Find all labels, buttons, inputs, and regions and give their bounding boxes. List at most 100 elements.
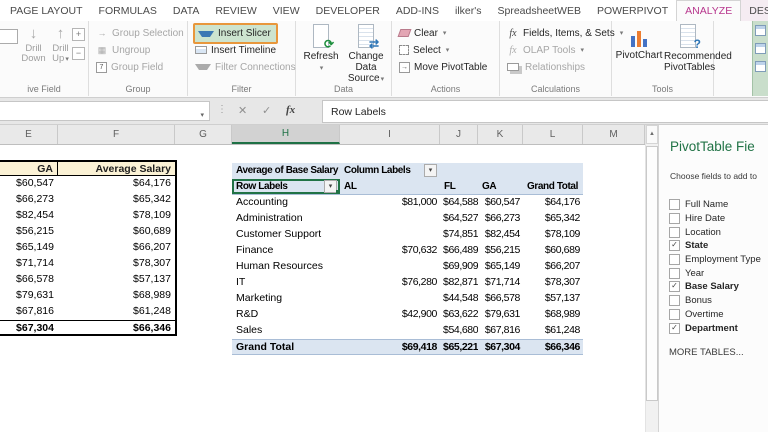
pivot-cell[interactable] xyxy=(440,163,478,179)
field-item-employment-type[interactable]: Employment Type xyxy=(669,253,768,267)
name-box[interactable]: ▾ xyxy=(0,101,210,121)
pivot-cell[interactable]: $66,578 xyxy=(478,291,523,307)
pivot-cell[interactable]: $70,632 xyxy=(340,243,440,259)
pivot-cell[interactable] xyxy=(478,163,523,179)
ribbon-tab-view[interactable]: VIEW xyxy=(265,0,308,21)
scrollbar-thumb[interactable] xyxy=(646,146,658,401)
field-item-department[interactable]: ✓ Department xyxy=(669,321,768,335)
select-button[interactable]: Select ▾ xyxy=(399,42,449,58)
row-labels-filter-button[interactable]: ▾ xyxy=(324,180,337,193)
pivot-cell[interactable]: $56,215 xyxy=(478,243,523,259)
pivot-cell[interactable]: Administration xyxy=(232,211,340,227)
ribbon-tab-analyze[interactable]: ANALYZE xyxy=(676,0,742,21)
pivot-cell[interactable] xyxy=(523,163,583,179)
pivot-grand-total-cell[interactable]: $69,418 xyxy=(340,340,440,354)
summary-cell[interactable]: $78,307 xyxy=(58,256,175,272)
field-checkbox[interactable]: ✓ xyxy=(669,322,680,334)
ribbon-tab-formulas[interactable]: FORMULAS xyxy=(91,0,165,21)
pivot-cell[interactable]: $44,548 xyxy=(440,291,478,307)
column-header-f[interactable]: F xyxy=(58,125,175,144)
pivotchart-button[interactable]: PivotChart xyxy=(614,23,664,61)
ribbon-tab-review[interactable]: REVIEW xyxy=(207,0,264,21)
move-pivottable-button[interactable]: → Move PivotTable xyxy=(399,59,487,75)
pivot-cell[interactable]: $68,989 xyxy=(523,307,583,323)
summary-cell[interactable]: $79,631 xyxy=(0,288,58,304)
column-header-l[interactable]: L xyxy=(523,125,583,144)
field-checkbox[interactable] xyxy=(669,254,680,266)
summary-cell[interactable]: $82,454 xyxy=(0,208,58,224)
recommended-pivottables-button[interactable]: ? Recommended PivotTables xyxy=(664,23,732,73)
ribbon-tab-add-ins[interactable]: ADD-INS xyxy=(388,0,447,21)
summary-cell[interactable]: $56,215 xyxy=(0,224,58,240)
pivot-value-header-cell[interactable]: Average of Base Salary xyxy=(232,163,340,179)
pivot-cell[interactable]: $42,900 xyxy=(340,307,440,323)
pivot-cell[interactable]: $65,342 xyxy=(523,211,583,227)
ungroup-button[interactable]: ▦ Ungroup xyxy=(96,42,151,58)
name-box-dropdown-icon[interactable]: ▾ xyxy=(200,107,204,125)
pivot-cell[interactable]: $66,273 xyxy=(478,211,523,227)
summary-cell[interactable]: $66,273 xyxy=(0,192,58,208)
pivot-column-header-cell[interactable]: GA xyxy=(478,179,523,194)
column-header-m[interactable]: M xyxy=(583,125,645,144)
ribbon-tab-page-layout[interactable]: PAGE LAYOUT xyxy=(2,0,91,21)
pivot-column-header-cell[interactable]: AL xyxy=(340,179,440,194)
pivot-cell[interactable]: IT xyxy=(232,275,340,291)
pivot-cell[interactable]: $67,816 xyxy=(478,323,523,339)
pivot-cell[interactable]: Human Resources xyxy=(232,259,340,275)
pivot-column-header-cell[interactable]: Grand Total xyxy=(523,179,583,194)
pivot-cell[interactable]: $54,680 xyxy=(440,323,478,339)
field-item-year[interactable]: Year xyxy=(669,266,768,280)
column-labels-filter-button[interactable]: ▾ xyxy=(424,164,437,177)
summary-cell[interactable]: $66,578 xyxy=(0,272,58,288)
pivot-cell[interactable]: Sales xyxy=(232,323,340,339)
pivot-cell[interactable]: Marketing xyxy=(232,291,340,307)
plus-minus-buttons-button[interactable] xyxy=(755,43,766,54)
pivot-column-labels-cell[interactable]: Column Labels ▾ xyxy=(340,163,440,179)
clear-button[interactable]: Clear ▾ xyxy=(397,25,446,41)
field-checkbox[interactable] xyxy=(669,213,680,225)
scroll-up-button[interactable]: ▲ xyxy=(646,125,658,144)
summary-header-cell[interactable]: Average Salary xyxy=(58,162,175,175)
field-checkbox[interactable]: ✓ xyxy=(669,240,680,252)
pivot-cell[interactable]: $82,871 xyxy=(440,275,478,291)
collapse-field-button[interactable]: − xyxy=(72,47,85,60)
ribbon-tab-developer[interactable]: DEVELOPER xyxy=(308,0,388,21)
pivot-grand-total-cell[interactable]: $65,221 xyxy=(440,340,478,354)
summary-cell[interactable]: $71,714 xyxy=(0,256,58,272)
summary-cell[interactable]: $65,149 xyxy=(0,240,58,256)
olap-tools-button[interactable]: fx OLAP Tools ▾ xyxy=(507,42,584,58)
pivot-cell[interactable]: $66,489 xyxy=(440,243,478,259)
field-item-location[interactable]: Location xyxy=(669,225,768,239)
pivot-column-header-cell[interactable]: FL xyxy=(440,179,478,194)
summary-cell[interactable]: $78,109 xyxy=(58,208,175,224)
pivot-cell[interactable]: $78,307 xyxy=(523,275,583,291)
ribbon-tab-ilker-s[interactable]: ilker's xyxy=(447,0,490,21)
column-header-k[interactable]: K xyxy=(478,125,523,144)
insert-function-icon[interactable]: fx xyxy=(286,104,295,116)
pivot-row-labels-cell[interactable]: Row Labels ▾ xyxy=(232,179,340,194)
more-tables-link[interactable]: MORE TABLES... xyxy=(669,347,744,358)
column-header-j[interactable]: J xyxy=(440,125,478,144)
summary-cell[interactable]: $67,816 xyxy=(0,304,58,320)
field-checkbox[interactable] xyxy=(669,295,680,307)
column-header-h[interactable]: H xyxy=(232,125,340,144)
field-checkbox[interactable] xyxy=(669,267,680,279)
drill-down-button[interactable]: ↓ Drill Down xyxy=(20,25,47,64)
field-checkbox[interactable]: ✓ xyxy=(669,281,680,293)
pivot-cell[interactable] xyxy=(340,259,440,275)
pivot-cell[interactable]: $63,622 xyxy=(440,307,478,323)
pivot-cell[interactable]: $60,547 xyxy=(478,195,523,211)
pivot-cell[interactable]: $79,631 xyxy=(478,307,523,323)
pivot-cell[interactable]: $60,689 xyxy=(523,243,583,259)
insert-slicer-button[interactable]: Insert Slicer xyxy=(193,23,278,44)
expand-field-button[interactable]: + xyxy=(72,28,85,41)
pivot-cell[interactable]: $81,000 xyxy=(340,195,440,211)
pivot-cell[interactable]: $82,454 xyxy=(478,227,523,243)
formula-input[interactable]: Row Labels xyxy=(322,100,768,123)
pivot-cell[interactable] xyxy=(340,211,440,227)
column-header-i[interactable]: I xyxy=(340,125,440,144)
field-item-full-name[interactable]: Full Name xyxy=(669,198,768,212)
ribbon-tab-design[interactable]: DESIGN xyxy=(741,0,768,21)
filter-connections-button[interactable]: Filter Connections xyxy=(195,59,296,75)
refresh-button[interactable]: ⟳ Refresh ▾ xyxy=(300,23,342,74)
